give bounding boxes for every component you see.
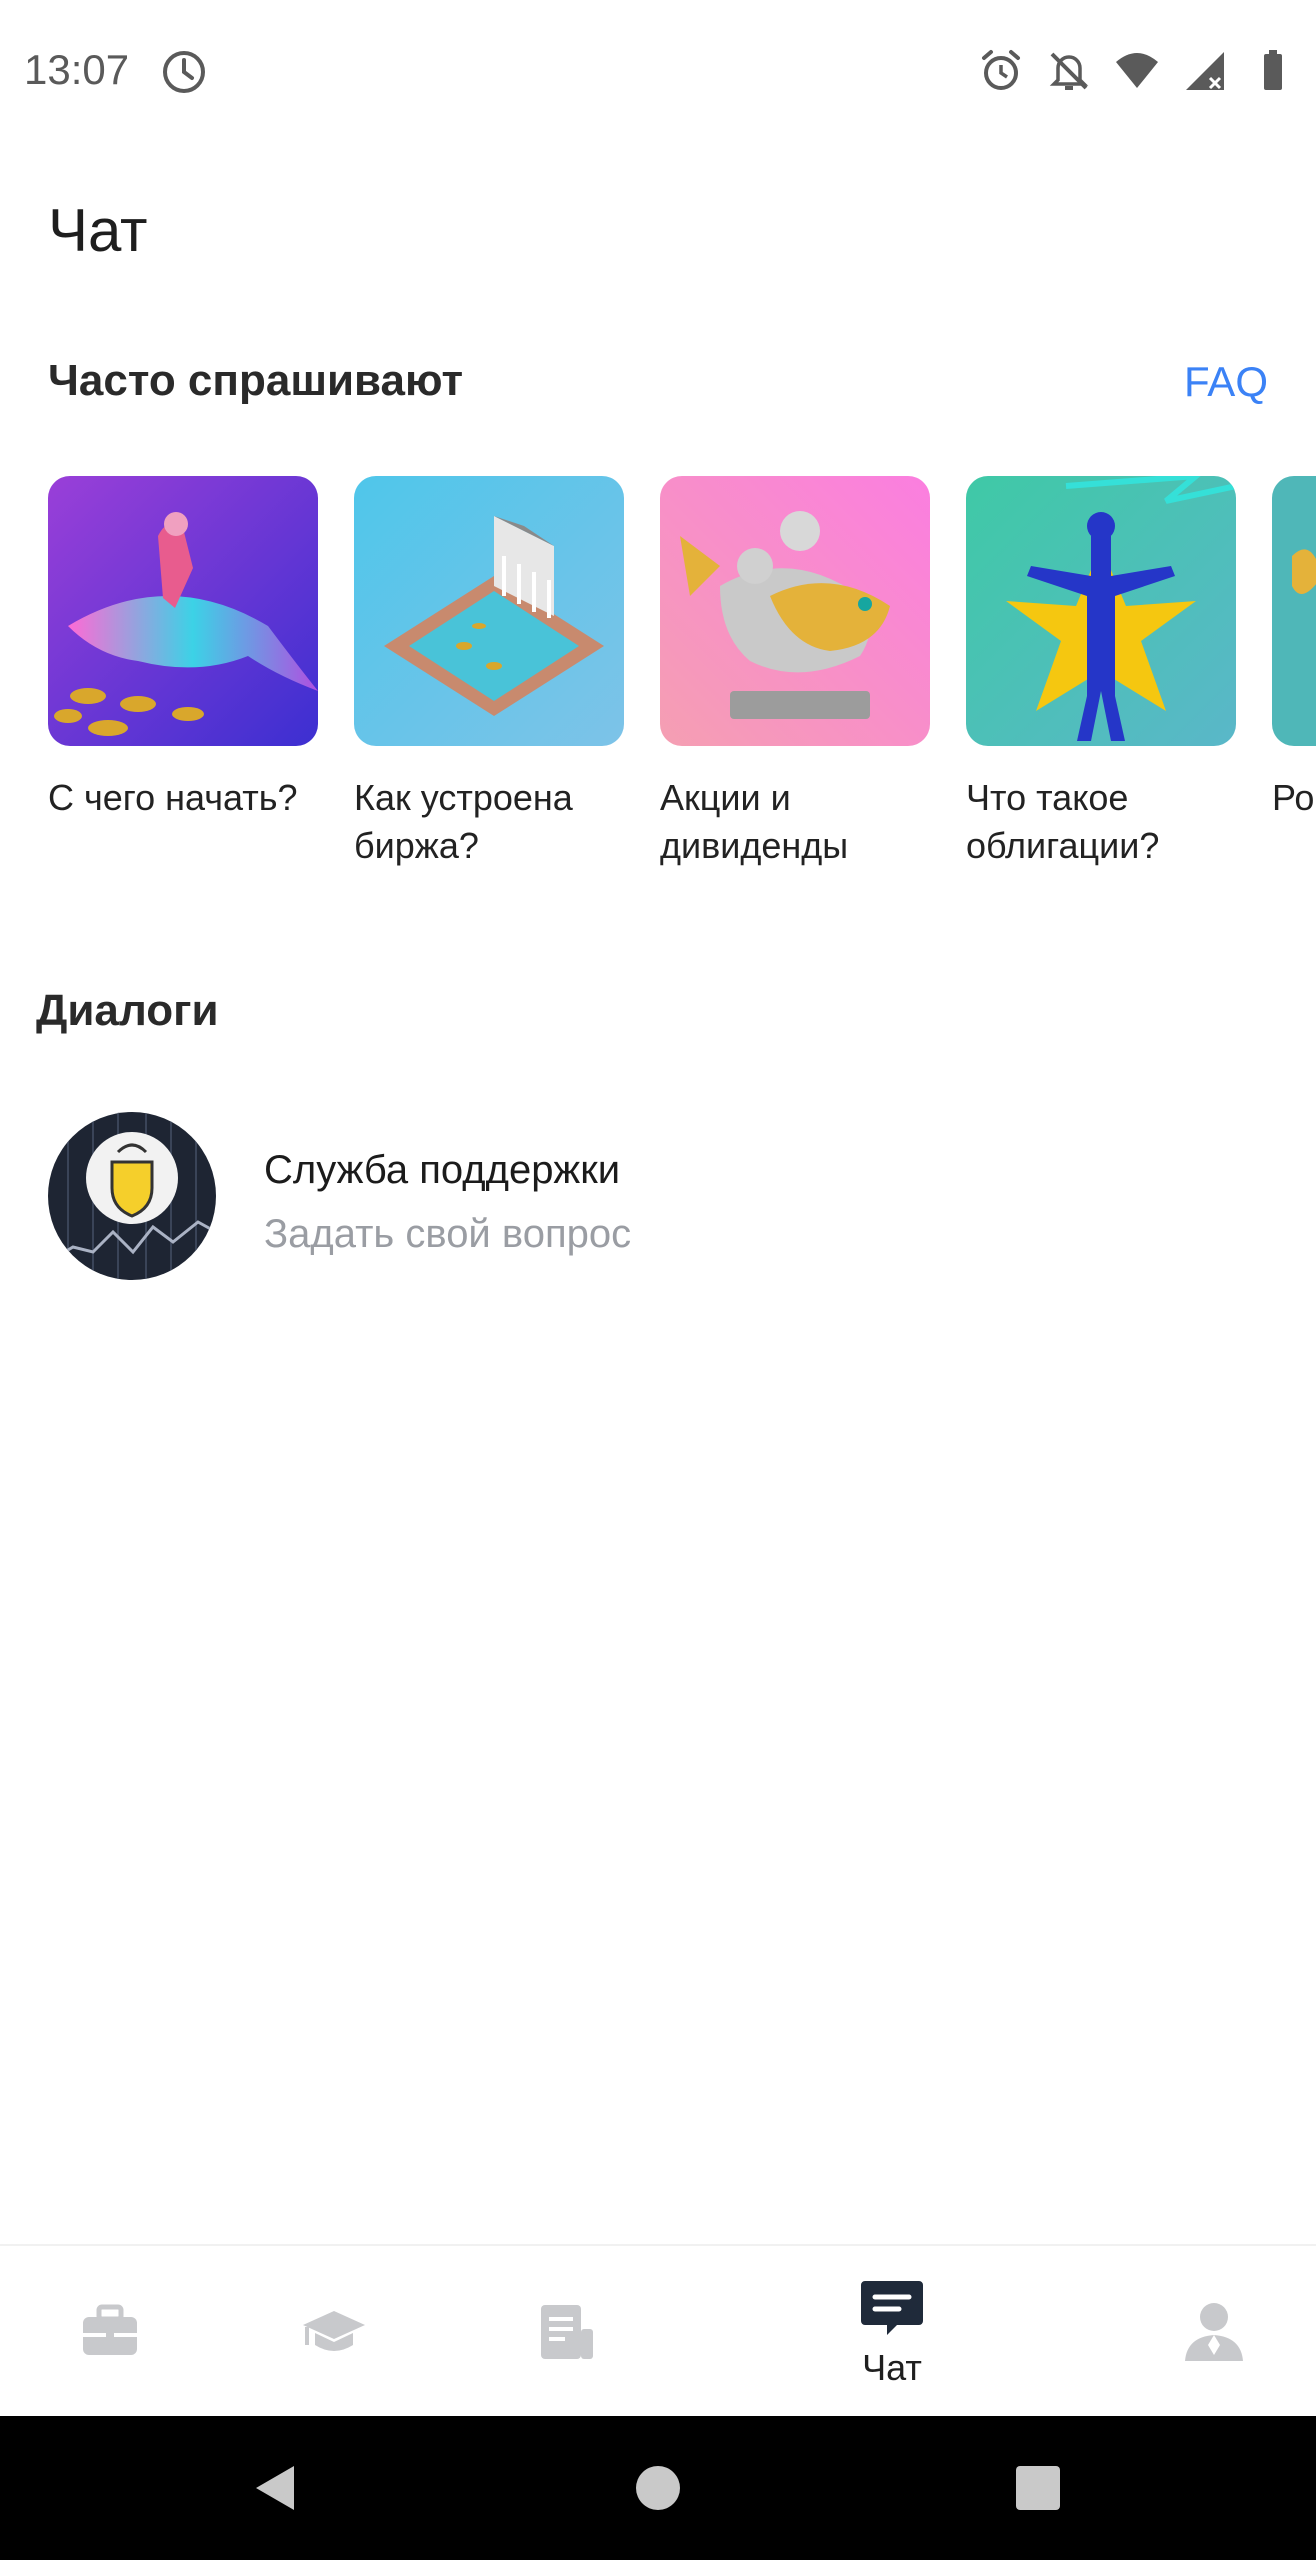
chat-icon	[861, 2281, 923, 2335]
nav-item-chat-label: Чат	[862, 2347, 922, 2388]
clock-icon	[160, 48, 208, 96]
faq-card[interactable]: Как устроена биржа?	[354, 476, 624, 870]
zeus-star-image	[966, 476, 1236, 746]
dialogs-section-title: Диалоги	[36, 986, 219, 1035]
faq-card[interactable]: С чего начать?	[48, 476, 318, 822]
wifi-icon	[1116, 53, 1158, 88]
faq-link[interactable]: FAQ	[1184, 358, 1268, 406]
dialog-subtitle: Задать свой вопрос	[264, 1212, 632, 1256]
faq-section-title: Часто спрашивают	[48, 356, 464, 405]
faq-card[interactable]: Акции и дивиденды	[660, 476, 930, 870]
status-bar: 13:07	[0, 0, 1316, 140]
back-triangle-icon	[256, 2466, 294, 2510]
dialog-item-support[interactable]: Служба поддержки Задать свой вопрос	[48, 1112, 1268, 1284]
page-title: Чат	[48, 197, 148, 264]
faq-section-header: Часто спрашивают FAQ	[48, 356, 1268, 416]
faq-card-label: Акции и дивиденды	[660, 777, 849, 866]
nav-item-news[interactable]	[516, 2246, 616, 2418]
bottom-navigation: Чат	[0, 2244, 1316, 2416]
status-time: 13:07	[24, 46, 130, 93]
nav-item-education[interactable]	[284, 2246, 384, 2418]
signal-icon	[1186, 52, 1224, 90]
avatar	[48, 1112, 216, 1280]
battery-icon	[1264, 50, 1282, 90]
nav-item-portfolio[interactable]	[60, 2246, 160, 2418]
faq-card-label: Как устроена биржа?	[354, 777, 573, 866]
faq-card-label: С чего начать?	[48, 777, 298, 818]
dialog-name: Служба поддержки	[264, 1148, 621, 1192]
faq-card[interactable]: Что такое облигации?	[966, 476, 1236, 870]
news-document-icon	[541, 2305, 593, 2359]
faq-card-label: Ро	[1272, 777, 1315, 818]
faq-card[interactable]: Ро	[1272, 476, 1316, 822]
nav-item-profile[interactable]	[1164, 2246, 1264, 2418]
recents-square-icon	[1016, 2466, 1060, 2510]
system-back-button[interactable]	[240, 2452, 312, 2524]
graduation-cap-icon	[303, 2311, 365, 2351]
profile-icon	[1185, 2303, 1243, 2361]
alarm-icon	[982, 50, 1020, 90]
faq-card-label: Что такое облигации?	[966, 777, 1160, 866]
dolphin-rider-image	[48, 476, 318, 746]
system-recents-button[interactable]	[1002, 2452, 1074, 2524]
status-icons	[978, 48, 1296, 94]
system-home-button[interactable]	[622, 2452, 694, 2524]
fish-statue-image	[660, 476, 930, 746]
home-circle-icon	[636, 2466, 680, 2510]
faq-cards-carousel[interactable]: С чего начать? Как устроена биржа? Акции…	[48, 476, 1316, 896]
briefcase-icon	[83, 2304, 137, 2355]
partial-card-image	[1272, 476, 1316, 746]
system-navigation-bar	[0, 2416, 1316, 2560]
notifications-off-icon	[1049, 52, 1089, 90]
exchange-building-image	[354, 476, 624, 746]
nav-item-chat[interactable]: Чат	[832, 2246, 952, 2418]
